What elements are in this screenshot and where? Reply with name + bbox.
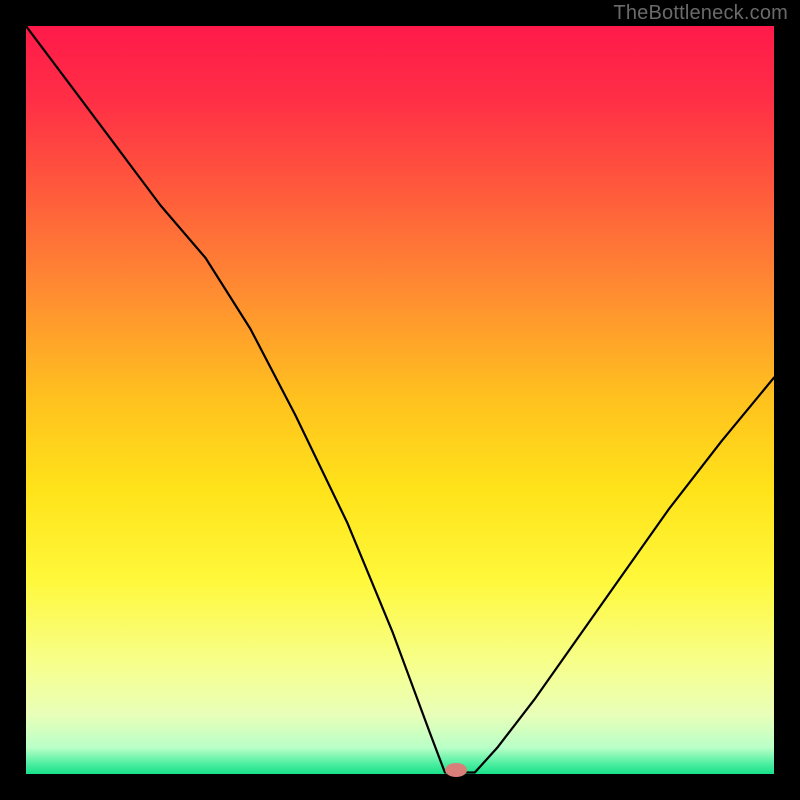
optimal-point-marker — [445, 763, 467, 777]
chart-stage: TheBottleneck.com — [0, 0, 800, 800]
watermark-text: TheBottleneck.com — [613, 2, 788, 25]
bottleneck-chart — [0, 0, 800, 800]
plot-background — [26, 26, 774, 774]
